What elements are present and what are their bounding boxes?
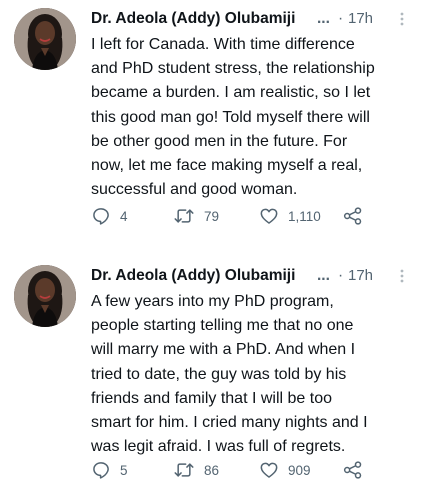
tweet-text-line: I left for Canada. With time difference (91, 36, 355, 53)
share-button[interactable] (343, 459, 363, 481)
tweet-text-line: successful and good woman. (91, 181, 298, 199)
tweet-text-line: smart for him. I cried many nights and I (91, 414, 368, 432)
retweet-icon (174, 463, 194, 477)
like-icon (260, 208, 278, 224)
reply-button[interactable]: 5 (91, 459, 128, 481)
reply-count: 5 (120, 462, 128, 478)
tweet-text-line: this good man go! Told myself there will (91, 108, 370, 126)
more-options-icon[interactable] (397, 9, 407, 29)
separator: · (338, 267, 344, 284)
like-count: 1,110 (288, 208, 321, 224)
retweet-button[interactable]: 86 (173, 459, 219, 481)
share-icon (343, 207, 362, 225)
retweet-button[interactable]: 79 (173, 205, 219, 227)
avatar[interactable] (14, 265, 76, 327)
tweet-text: A few years into my PhD program, people … (91, 290, 421, 459)
tweet-text-line: A few years into my PhD program, (91, 293, 334, 310)
reply-count: 4 (120, 208, 128, 224)
tweet-text: I left for Canada. With time difference … (91, 33, 421, 202)
tweet-actions: 4 79 1,110 (91, 205, 421, 227)
like-button[interactable]: 909 (259, 459, 311, 481)
more-options-icon[interactable] (397, 266, 407, 286)
timestamp[interactable]: 17h (348, 8, 373, 30)
author-name[interactable]: Dr. Adeola (Addy) Olubamiji (91, 265, 295, 287)
tweet-text-line: became a burden. I am realistic, so I le… (91, 84, 371, 102)
tweet-header: Dr. Adeola (Addy) Olubamiji ... · 17h (91, 8, 419, 30)
tweet-text-line: and PhD student stress, the relationship (91, 60, 375, 78)
separator: · (338, 10, 344, 27)
reply-icon (93, 462, 109, 479)
tweet-text-line: friends and family that I will be too (91, 389, 333, 407)
tweet-text-line: people starting telling me that no one (91, 317, 354, 335)
tweet-actions: 5 86 909 (91, 459, 421, 481)
tweet-text-line: now, let me face making myself a real, (91, 157, 363, 175)
retweet-count: 86 (204, 462, 220, 478)
tweet-text-line: tried to date, the guy was told by his (91, 365, 347, 383)
like-button[interactable]: 1,110 (259, 205, 321, 227)
share-icon (343, 461, 362, 479)
like-icon (260, 462, 278, 478)
profile-photo-icon (14, 265, 76, 327)
reply-button[interactable]: 4 (91, 205, 128, 227)
share-button[interactable] (343, 205, 363, 227)
tweet-text-line: will marry me with a PhD. And when I (91, 341, 356, 359)
like-count: 909 (288, 462, 311, 478)
avatar[interactable] (14, 8, 76, 70)
author-name[interactable]: Dr. Adeola (Addy) Olubamiji (91, 8, 295, 30)
name-truncation: ... (317, 10, 330, 27)
tweet-text-line: was legit afraid. I was full of regrets. (91, 438, 346, 456)
reply-icon (93, 208, 109, 225)
tweet-header: Dr. Adeola (Addy) Olubamiji ... · 17h (91, 265, 419, 287)
name-truncation: ... (317, 267, 330, 284)
retweet-icon (174, 209, 194, 223)
retweet-count: 79 (204, 208, 220, 224)
tweet-text-line: be other good men in the future. For (91, 132, 348, 150)
profile-photo-icon (14, 8, 76, 70)
timestamp[interactable]: 17h (348, 265, 373, 287)
